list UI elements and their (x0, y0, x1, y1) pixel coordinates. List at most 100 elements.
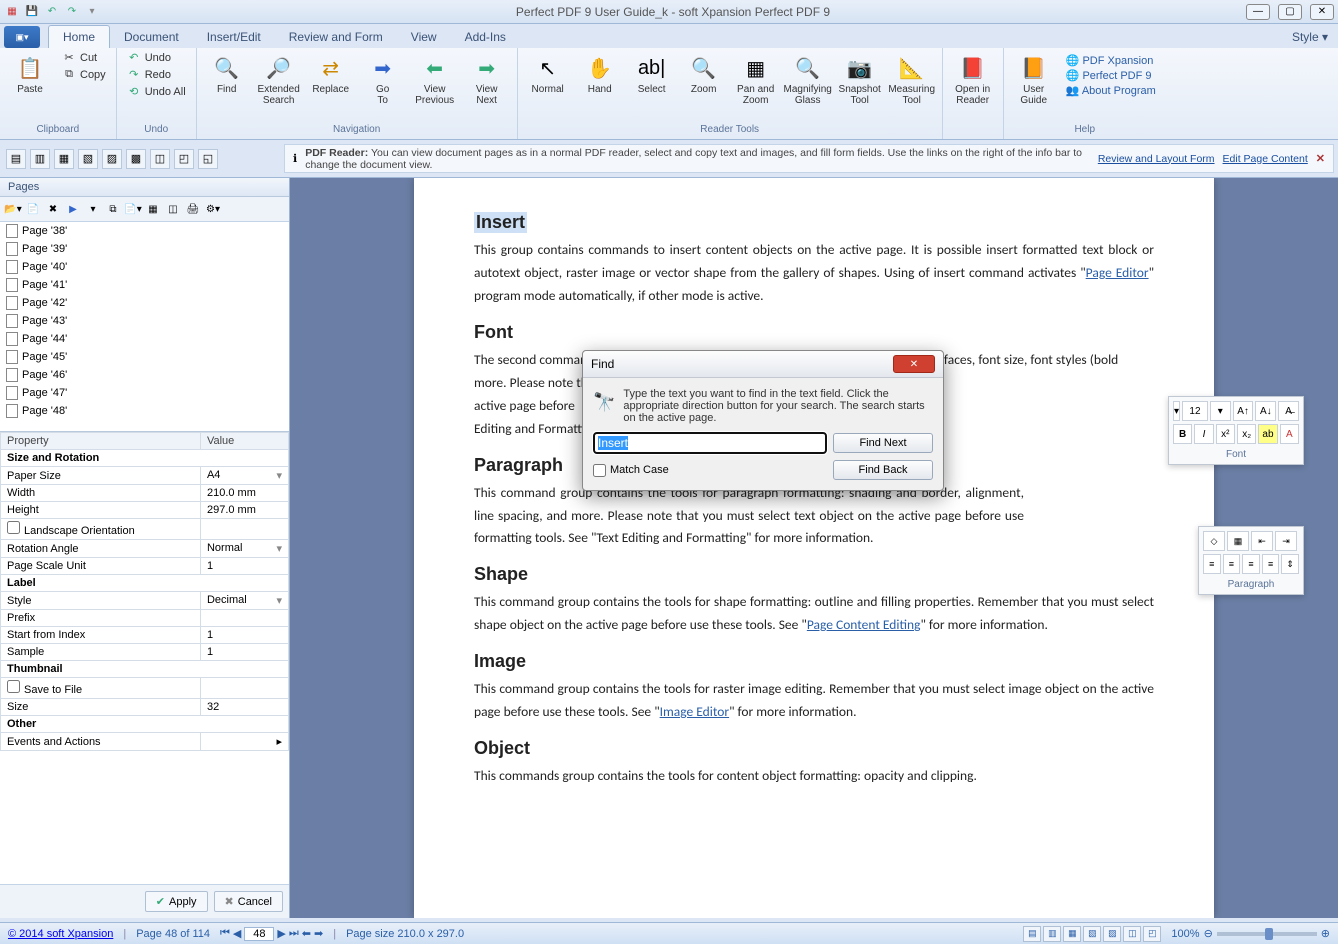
nav-next-icon[interactable]: ▶ (277, 927, 285, 940)
sbt-4[interactable]: ▶ (64, 200, 82, 218)
view-prev-button[interactable]: ⬅View Previous (411, 50, 459, 108)
prop-row[interactable]: Save to File (1, 678, 289, 699)
qat-undo-icon[interactable]: ↶ (44, 4, 60, 20)
cancel-button[interactable]: ✖Cancel (214, 891, 283, 912)
tab-document[interactable]: Document (110, 26, 193, 48)
close-button[interactable]: ✕ (1310, 4, 1334, 20)
vm-7[interactable]: ◫ (150, 149, 170, 169)
match-case-checkbox[interactable]: Match Case (593, 464, 827, 477)
zoom-in-icon[interactable]: ⊕ (1321, 927, 1330, 940)
extended-search-button[interactable]: 🔎Extended Search (255, 50, 303, 108)
pan-zoom-tool[interactable]: ▦Pan and Zoom (732, 50, 780, 108)
maximize-button[interactable]: ▢ (1278, 4, 1302, 20)
zoom-tool[interactable]: 🔍Zoom (680, 50, 728, 97)
prop-row[interactable]: Page Scale Unit1 (1, 558, 289, 575)
measuring-tool[interactable]: 📐Measuring Tool (888, 50, 936, 108)
prop-row[interactable]: Events and Actions▸ (1, 733, 289, 751)
vm-9[interactable]: ◱ (198, 149, 218, 169)
prop-row[interactable]: Width210.0 mm (1, 485, 289, 502)
document-area[interactable]: Insert This group contains commands to i… (290, 178, 1338, 918)
prop-row[interactable]: Start from Index1 (1, 627, 289, 644)
sbt-3[interactable]: ✖ (44, 200, 62, 218)
sbt-6[interactable]: ⧉ (104, 200, 122, 218)
page-list-item[interactable]: Page '46' (0, 366, 289, 384)
zoom-out-icon[interactable]: ⊖ (1204, 927, 1213, 940)
vm-1[interactable]: ▤ (6, 149, 26, 169)
perfect-pdf-link[interactable]: 🌐 Perfect PDF 9 (1066, 69, 1156, 82)
edit-page-content-link[interactable]: Edit Page Content (1223, 153, 1308, 165)
prop-row[interactable]: Height297.0 mm (1, 502, 289, 519)
page-list-item[interactable]: Page '47' (0, 384, 289, 402)
view-next-button[interactable]: ➡View Next (463, 50, 511, 108)
copyright-link[interactable]: © 2014 soft Xpansion (8, 928, 113, 940)
page-list-item[interactable]: Page '42' (0, 294, 289, 312)
about-program-link[interactable]: 👥 About Program (1066, 84, 1156, 97)
qat-redo-icon[interactable]: ↷ (64, 4, 80, 20)
nav-fwd-icon[interactable]: ➡ (314, 927, 323, 940)
snapshot-tool[interactable]: 📷Snapshot Tool (836, 50, 884, 108)
page-list-item[interactable]: Page '45' (0, 348, 289, 366)
vm-3[interactable]: ▦ (54, 149, 74, 169)
page-editor-link[interactable]: Page Editor (1086, 264, 1149, 281)
zoom-slider[interactable] (1217, 932, 1317, 936)
file-menu-button[interactable]: ▣▾ (4, 26, 40, 48)
review-layout-link[interactable]: Review and Layout Form (1098, 153, 1215, 165)
vm-6[interactable]: ▩ (126, 149, 146, 169)
replace-button[interactable]: ⇄Replace (307, 50, 355, 97)
image-editor-link[interactable]: Image Editor (660, 703, 729, 720)
select-tool[interactable]: ab|Select (628, 50, 676, 97)
page-list-item[interactable]: Page '43' (0, 312, 289, 330)
cut-button[interactable]: ✂Cut (58, 50, 110, 65)
prop-row[interactable]: Sample1 (1, 644, 289, 661)
find-button[interactable]: 🔍Find (203, 50, 251, 97)
tab-insert-edit[interactable]: Insert/Edit (193, 26, 275, 48)
user-guide-button[interactable]: 📙User Guide (1010, 50, 1058, 108)
sv-7[interactable]: ◰ (1143, 926, 1161, 942)
prop-row[interactable]: Prefix (1, 610, 289, 627)
sv-6[interactable]: ◫ (1123, 926, 1141, 942)
sbt-10[interactable]: 🖨 (184, 200, 202, 218)
page-list-item[interactable]: Page '38' (0, 222, 289, 240)
nav-back-icon[interactable]: ⬅ (302, 927, 311, 940)
prop-row[interactable]: Rotation AngleNormal (1, 540, 289, 558)
tab-home[interactable]: Home (48, 25, 110, 48)
prop-row[interactable]: Paper SizeA4 (1, 467, 289, 485)
qat-save-icon[interactable]: 💾 (24, 4, 40, 20)
sbt-1[interactable]: 📂▾ (4, 200, 22, 218)
vm-4[interactable]: ▧ (78, 149, 98, 169)
page-list-item[interactable]: Page '41' (0, 276, 289, 294)
sbt-5[interactable]: ▾ (84, 200, 102, 218)
qat-more-icon[interactable]: ▾ (84, 4, 100, 20)
goto-button[interactable]: ➡Go To (359, 50, 407, 108)
find-next-button[interactable]: Find Next (833, 433, 933, 453)
nav-last-icon[interactable]: ⏭ (289, 927, 299, 940)
sv-3[interactable]: ▦ (1063, 926, 1081, 942)
sv-2[interactable]: ▥ (1043, 926, 1061, 942)
page-number-input[interactable] (244, 927, 274, 941)
find-dialog-close[interactable]: ✕ (893, 355, 935, 373)
sv-5[interactable]: ▨ (1103, 926, 1121, 942)
vm-5[interactable]: ▨ (102, 149, 122, 169)
minimize-button[interactable]: — (1246, 4, 1270, 20)
tab-view[interactable]: View (397, 26, 451, 48)
normal-tool[interactable]: ↖Normal (524, 50, 572, 97)
page-list-item[interactable]: Page '44' (0, 330, 289, 348)
prop-row[interactable]: Landscape Orientation (1, 519, 289, 540)
page-content-editing-link[interactable]: Page Content Editing (807, 616, 921, 633)
sbt-9[interactable]: ◫ (164, 200, 182, 218)
page-list[interactable]: Page '38'Page '39'Page '40'Page '41'Page… (0, 222, 289, 432)
nav-prev-icon[interactable]: ◀ (233, 927, 241, 940)
sbt-8[interactable]: ▦ (144, 200, 162, 218)
page-list-item[interactable]: Page '39' (0, 240, 289, 258)
nav-first-icon[interactable]: ⏮ (220, 927, 230, 940)
undo-button[interactable]: ↶Undo (123, 50, 190, 65)
prop-row[interactable]: Size32 (1, 699, 289, 716)
sbt-2[interactable]: 📄 (24, 200, 42, 218)
magnify-tool[interactable]: 🔍Magnifying Glass (784, 50, 832, 108)
vm-2[interactable]: ▥ (30, 149, 50, 169)
undo-all-button[interactable]: ⟲Undo All (123, 84, 190, 99)
vm-8[interactable]: ◰ (174, 149, 194, 169)
sbt-11[interactable]: ⚙▾ (204, 200, 222, 218)
sv-4[interactable]: ▧ (1083, 926, 1101, 942)
apply-button[interactable]: ✔Apply (145, 891, 208, 912)
